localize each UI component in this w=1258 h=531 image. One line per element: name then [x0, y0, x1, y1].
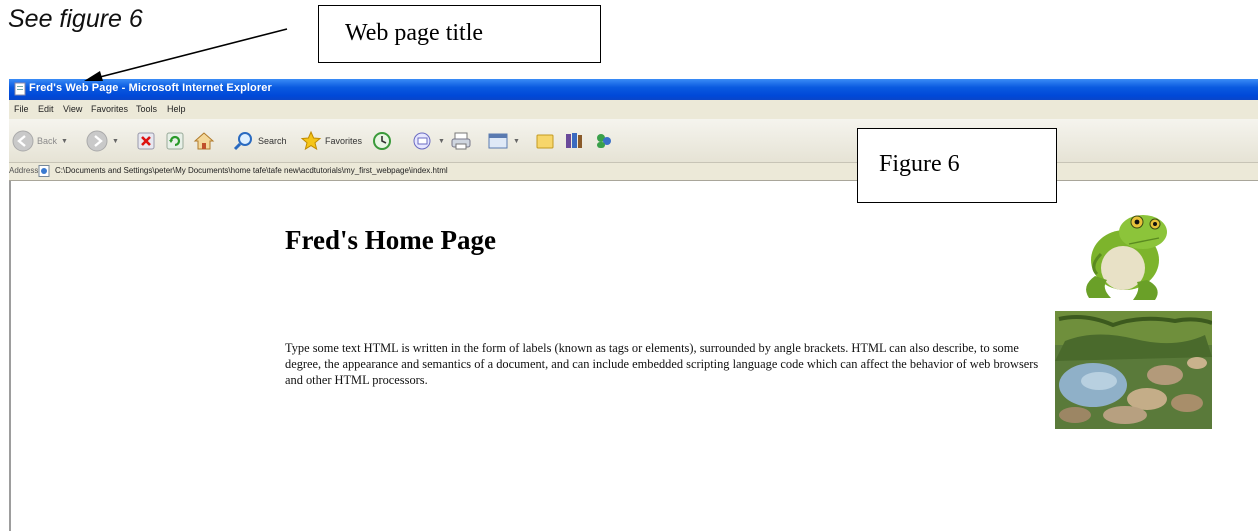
home-button[interactable] [193, 128, 215, 154]
mail-dropdown-icon[interactable]: ▼ [438, 138, 445, 145]
print-icon [451, 132, 471, 150]
menu-tools[interactable]: Tools [136, 104, 157, 114]
address-bar: Address C:\Documents and Settings\peter\… [9, 163, 1258, 181]
page-heading: Fred's Home Page [285, 225, 496, 255]
favorites-star-icon [300, 130, 322, 151]
menu-file[interactable]: File [14, 104, 29, 114]
messenger-button[interactable] [593, 128, 615, 154]
web-page-title-callout: Web page title [318, 5, 601, 63]
search-icon [233, 132, 252, 151]
back-dropdown-icon[interactable]: ▼ [61, 138, 68, 145]
research-button[interactable] [563, 128, 585, 154]
ie-document-icon [38, 165, 50, 177]
address-input[interactable]: C:\Documents and Settings\peter\My Docum… [55, 166, 448, 175]
research-books-icon [566, 133, 582, 148]
menu-favorites[interactable]: Favorites [91, 104, 128, 114]
back-arrow-icon [12, 130, 34, 152]
home-icon [193, 132, 215, 150]
menu-edit[interactable]: Edit [38, 104, 54, 114]
history-icon [373, 132, 391, 150]
favorites-button[interactable]: Favorites [300, 128, 362, 154]
see-figure-caption: See figure 6 [8, 5, 143, 33]
forward-button[interactable]: ▼ [86, 128, 119, 154]
figure-6-callout: Figure 6 [857, 128, 1057, 203]
edit-button[interactable]: ▼ [487, 128, 520, 154]
ie-page-icon [14, 82, 26, 96]
edit-dropdown-icon[interactable]: ▼ [513, 138, 520, 145]
toolbar: Back ▼ ▼ Search Favorites ▼ ▼ [9, 119, 1258, 163]
mail-icon [413, 132, 431, 150]
menu-view[interactable]: View [63, 104, 82, 114]
edit-page-icon [488, 133, 508, 149]
messenger-icon [597, 134, 611, 148]
menu-help[interactable]: Help [167, 104, 186, 114]
mail-button[interactable]: ▼ [412, 128, 445, 154]
stop-icon [137, 132, 155, 150]
search-button[interactable]: Search [233, 128, 287, 154]
pond-image [1055, 311, 1212, 429]
history-button[interactable] [371, 128, 393, 154]
stop-button[interactable] [136, 128, 156, 154]
window-title: Fred's Web Page - Microsoft Internet Exp… [29, 82, 272, 94]
refresh-button[interactable] [165, 128, 185, 154]
frog-image [1086, 215, 1167, 300]
forward-arrow-icon [86, 130, 108, 152]
title-bar[interactable]: Fred's Web Page - Microsoft Internet Exp… [9, 79, 1258, 100]
print-button[interactable] [450, 128, 472, 154]
refresh-icon [166, 132, 184, 150]
folder-icon [536, 134, 554, 149]
menu-bar: File Edit View Favorites Tools Help [9, 100, 1258, 120]
page-body-text: Type some text HTML is written in the fo… [285, 341, 1039, 387]
discuss-button[interactable] [534, 128, 556, 154]
address-label: Address [9, 166, 39, 175]
page-content: Fred's Home Page Type some text HTML is … [9, 181, 1258, 531]
browser-window: Fred's Web Page - Microsoft Internet Exp… [9, 79, 1258, 531]
forward-dropdown-icon[interactable]: ▼ [112, 138, 119, 145]
back-button[interactable]: Back ▼ [12, 128, 68, 154]
